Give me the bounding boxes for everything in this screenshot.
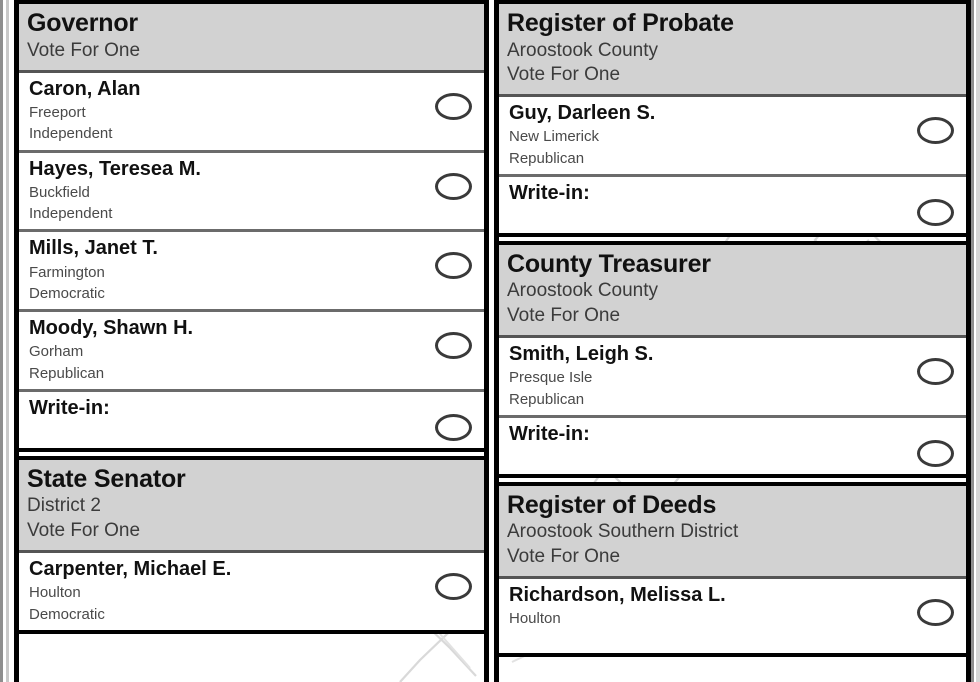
candidate-name: Richardson, Melissa L. — [509, 583, 726, 606]
write-in-row[interactable]: Write-in: — [499, 176, 966, 233]
candidate-row[interactable]: Moody, Shawn H. Gorham Republican — [19, 312, 484, 392]
contest-block: Register of Deeds Aroostook Southern Dist… — [499, 481, 966, 657]
candidate-city: Presque Isle — [509, 369, 593, 387]
contest-title: County Treasurer — [507, 249, 711, 278]
candidate-party: Independent — [29, 205, 113, 223]
vote-oval-icon[interactable] — [435, 252, 472, 280]
candidate-party: Republican — [509, 149, 585, 167]
ballot-column-left-inner: Governor Vote For One Caron, Alan Freeport I… — [19, 0, 484, 682]
candidate-name: Carpenter, Michael E. — [29, 558, 232, 581]
candidate-row[interactable]: Hayes, Teresea M. Buckfield Independent — [19, 152, 484, 233]
contest-district: District 2 — [27, 495, 101, 517]
candidate-row[interactable]: Guy, Darleen S. New Limerick Republican — [499, 97, 966, 177]
candidate-city: Houlton — [29, 584, 81, 602]
contest-instruction: Vote For One — [27, 39, 141, 61]
candidate-city: Houlton — [509, 610, 561, 628]
candidate-city: Freeport — [29, 104, 86, 121]
ballot-column-right: Register of Probate Aroostook County Vote … — [494, 0, 971, 682]
vote-oval-icon[interactable] — [917, 598, 954, 626]
contest-instruction: Vote For One — [27, 519, 141, 541]
contest-district: Aroostook County — [507, 280, 659, 302]
candidate-city: Buckfield — [29, 183, 90, 201]
write-in-label: Write-in: — [509, 422, 590, 445]
contest-block: Register of Probate Aroostook County Vote … — [499, 0, 966, 237]
contest-header: County Treasurer Aroostook County Vote For… — [499, 244, 966, 339]
ballot-page: Governor Vote For One Caron, Alan Freeport I… — [0, 0, 980, 682]
candidate-party: Independent — [29, 125, 113, 143]
candidate-row[interactable]: Caron, Alan Freeport Independent — [19, 72, 484, 153]
contest-instruction: Vote For One — [507, 63, 621, 85]
candidate-row[interactable]: Smith, Leigh S. Presque Isle Republican — [499, 338, 966, 418]
candidate-name: Caron, Alan — [29, 77, 141, 100]
write-in-row[interactable]: Write-in: — [499, 417, 966, 474]
contest-block: County Treasurer Aroostook County Vote For… — [499, 240, 966, 478]
page-edge-rule-left-outer — [0, 0, 3, 682]
contest-header: State Senator District 2 Vote For One — [19, 459, 484, 554]
contest-title: Register of Deeds — [507, 490, 717, 519]
contest-instruction: Vote For One — [507, 304, 621, 326]
contest-header: Register of Deeds Aroostook Southern Dist… — [499, 485, 966, 579]
candidate-party: Republican — [509, 390, 585, 408]
contest-block: Governor Vote For One Caron, Alan Freeport I… — [19, 0, 484, 452]
vote-oval-icon[interactable] — [435, 172, 472, 200]
candidate-city: Gorham — [29, 343, 84, 361]
candidate-party: Democratic — [29, 284, 105, 302]
ballot-column-right-inner: Register of Probate Aroostook County Vote … — [499, 0, 966, 682]
contest-block: State Senator District 2 Vote For One Carpe… — [19, 455, 484, 634]
candidate-city: Farmington — [29, 263, 105, 281]
contest-district: Aroostook County — [507, 39, 659, 61]
contest-title: State Senator — [27, 464, 186, 493]
candidate-city: New Limerick — [509, 128, 600, 146]
vote-oval-icon[interactable] — [917, 358, 954, 386]
vote-oval-icon[interactable] — [435, 332, 472, 360]
page-edge-rule-right-outer — [976, 0, 980, 682]
candidate-name: Guy, Darleen S. — [509, 102, 656, 125]
contest-title: Governor — [27, 9, 138, 37]
contest-header: Governor Vote For One — [19, 4, 484, 73]
vote-oval-icon[interactable] — [917, 117, 954, 145]
contest-instruction: Vote For One — [507, 545, 621, 567]
candidate-row[interactable]: Richardson, Melissa L. Houlton — [499, 578, 966, 653]
ballot-column-left: Governor Vote For One Caron, Alan Freeport I… — [14, 0, 489, 682]
vote-oval-icon[interactable] — [435, 413, 472, 441]
contest-header: Register of Probate Aroostook County Vote … — [499, 4, 966, 98]
candidate-row[interactable]: Carpenter, Michael E. Houlton Democratic — [19, 553, 484, 630]
vote-oval-icon[interactable] — [435, 573, 472, 601]
vote-oval-icon[interactable] — [917, 439, 954, 467]
write-in-label: Write-in: — [29, 396, 110, 419]
page-edge-rule-left-inner — [6, 0, 9, 682]
candidate-party: Democratic — [29, 605, 105, 623]
write-in-label: Write-in: — [509, 181, 590, 204]
contest-district: Aroostook Southern District — [507, 521, 739, 543]
vote-oval-icon[interactable] — [917, 198, 954, 226]
candidate-name: Hayes, Teresea M. — [29, 157, 201, 180]
page-edge-rule-right-inner — [971, 0, 974, 682]
candidate-party: Republican — [29, 364, 105, 382]
candidate-name: Moody, Shawn H. — [29, 317, 194, 340]
candidate-row[interactable]: Mills, Janet T. Farmington Democratic — [19, 232, 484, 313]
candidate-name: Mills, Janet T. — [29, 237, 158, 260]
vote-oval-icon[interactable] — [435, 92, 472, 120]
write-in-row[interactable]: Write-in: — [19, 391, 484, 448]
candidate-name: Smith, Leigh S. — [509, 343, 654, 366]
contest-title: Register of Probate — [507, 9, 734, 37]
